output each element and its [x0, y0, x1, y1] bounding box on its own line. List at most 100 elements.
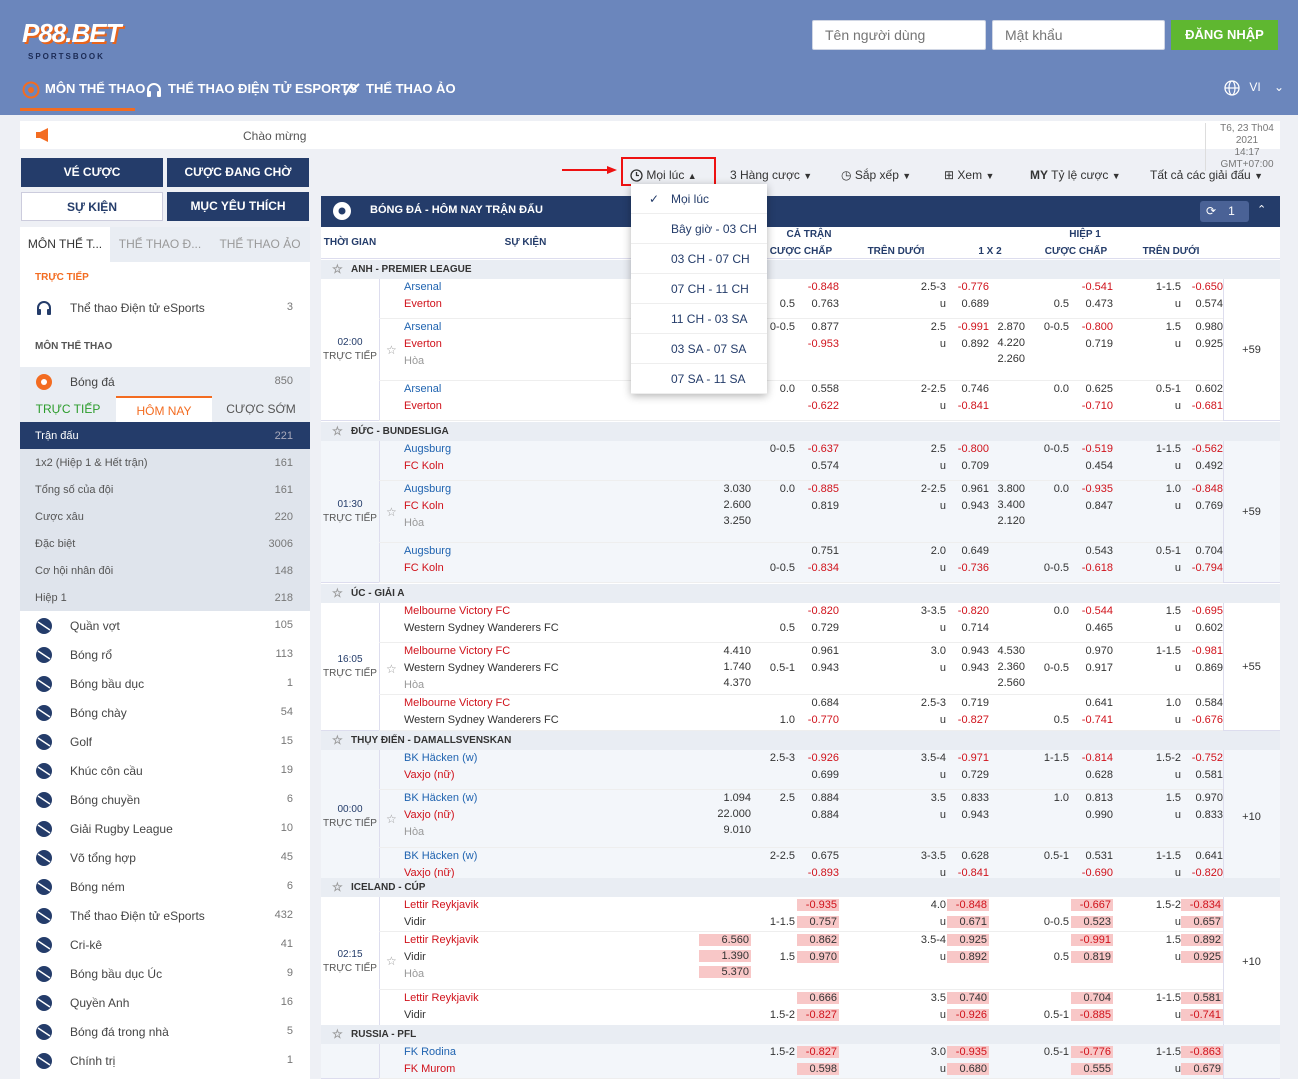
away-team[interactable]: Everton — [404, 400, 442, 412]
league-header[interactable]: ☆ ĐỨC - BUNDESLIGA — [321, 422, 1280, 441]
odds-total[interactable]: -0.736 — [947, 562, 989, 574]
dropdown-option[interactable]: ✓ Mọi lúc — [631, 184, 767, 214]
star-icon[interactable]: ☆ — [386, 812, 397, 826]
star-icon[interactable]: ☆ — [332, 731, 343, 750]
dropdown-option[interactable]: 03 SA - 07 SA — [631, 334, 767, 364]
odds-h1-1x2[interactable]: 4.220 — [979, 337, 1025, 349]
tab-virtual[interactable]: THỂ THAO ẢO — [210, 227, 310, 262]
odds-h1-handicap[interactable]: 0.813 — [1071, 792, 1113, 804]
home-team[interactable]: Arsenal — [404, 321, 441, 333]
odds-1x2[interactable]: 6.560 — [699, 934, 751, 946]
submenu-item[interactable]: Cơ hội nhân đôi 148 — [20, 557, 310, 584]
sidebar-item-sport[interactable]: Chính trị 1 — [20, 1046, 310, 1075]
odds-1x2[interactable]: 5.370 — [699, 966, 751, 978]
sidebar-item-sport[interactable]: Khúc côn cầu 19 — [20, 756, 310, 785]
odds-1x2[interactable]: 1.390 — [699, 950, 751, 962]
away-team[interactable]: Vidir — [404, 916, 426, 928]
home-team[interactable]: BK Häcken (w) — [404, 792, 477, 804]
odds-h1-handicap[interactable]: -0.800 — [1071, 321, 1113, 333]
odds-total[interactable]: -0.776 — [947, 281, 989, 293]
refresh-button[interactable]: ⟳ 1 — [1200, 201, 1249, 222]
subtab-today[interactable]: HÔM NAY — [116, 396, 212, 422]
submenu-item[interactable]: Hiệp 1 218 — [20, 584, 310, 611]
odds-h1-total[interactable]: 0.769 — [1181, 500, 1223, 512]
odds-h1-total[interactable]: -0.695 — [1181, 605, 1223, 617]
sidebar-item-sport[interactable]: Bóng đá trong nhà 5 — [20, 1017, 310, 1046]
odds-h1-total[interactable]: -0.794 — [1181, 562, 1223, 574]
sidebar-item-football[interactable]: Bóng đá 850 — [20, 367, 310, 396]
subtab-live[interactable]: TRỰC TIẾP — [20, 396, 116, 422]
odds-handicap[interactable]: -0.885 — [797, 483, 839, 495]
odds-1x2[interactable]: 2.600 — [699, 499, 751, 511]
odds-handicap[interactable]: 0.675 — [797, 850, 839, 862]
star-icon[interactable]: ☆ — [386, 343, 397, 357]
odds-h1-total[interactable]: -0.562 — [1181, 443, 1223, 455]
odds-h1-handicap[interactable]: 0.990 — [1071, 809, 1113, 821]
home-team[interactable]: BK Häcken (w) — [404, 850, 477, 862]
odds-h1-handicap[interactable]: -0.776 — [1071, 1046, 1113, 1058]
odds-h1-total[interactable]: -0.981 — [1181, 645, 1223, 657]
leagues-filter[interactable]: Tất cả các giải đấu ▼ — [1150, 168, 1263, 182]
odds-h1-handicap[interactable]: 0.704 — [1071, 992, 1113, 1004]
odds-h1-handicap[interactable]: 0.819 — [1071, 951, 1113, 963]
odds-format-filter[interactable]: MY Tỷ lệ cược ▼ — [1030, 168, 1121, 182]
language-selector[interactable]: VI ⌄ — [1224, 80, 1284, 96]
star-icon[interactable]: ☆ — [386, 505, 397, 519]
odds-h1-handicap[interactable]: 0.465 — [1071, 622, 1113, 634]
home-team[interactable]: Lettir Reykjavik — [404, 899, 479, 911]
dropdown-option[interactable]: Bây giờ - 03 CH — [631, 214, 767, 244]
odds-h1-1x2[interactable]: 4.530 — [979, 645, 1025, 657]
logo[interactable]: P88.BET SPORTSBOOK — [20, 18, 121, 70]
star-icon[interactable]: ☆ — [332, 878, 343, 897]
odds-handicap[interactable]: 0.574 — [797, 460, 839, 472]
dropdown-option[interactable]: 07 CH - 11 CH — [631, 274, 767, 304]
odds-h1-total[interactable]: 0.869 — [1181, 662, 1223, 674]
odds-h1-total[interactable]: 0.584 — [1181, 697, 1223, 709]
sidebar-item-sport[interactable]: Bóng bầu dục 1 — [20, 669, 310, 698]
odds-total[interactable]: 0.714 — [947, 622, 989, 634]
sidebar-item-sport[interactable]: Thể thao Điện tử eSports 432 — [20, 901, 310, 930]
odds-handicap[interactable]: -0.953 — [797, 338, 839, 350]
home-team[interactable]: Augsburg — [404, 483, 451, 495]
away-team[interactable]: Vaxjo (nữ) — [404, 809, 455, 821]
odds-h1-handicap[interactable]: -0.541 — [1071, 281, 1113, 293]
odds-handicap[interactable]: 0.598 — [797, 1063, 839, 1075]
odds-total[interactable]: 0.719 — [947, 697, 989, 709]
odds-1x2[interactable]: 1.740 — [699, 661, 751, 673]
odds-h1-total[interactable]: 0.970 — [1181, 792, 1223, 804]
odds-handicap[interactable]: 0.961 — [797, 645, 839, 657]
odds-handicap[interactable]: -0.637 — [797, 443, 839, 455]
odds-total[interactable]: 0.729 — [947, 769, 989, 781]
odds-h1-handicap[interactable]: 0.628 — [1071, 769, 1113, 781]
odds-handicap[interactable]: 0.558 — [797, 383, 839, 395]
star-icon[interactable]: ☆ — [332, 422, 343, 441]
sidebar-item-sport[interactable]: Bóng rổ 113 — [20, 640, 310, 669]
odds-total[interactable]: 0.680 — [947, 1063, 989, 1075]
odds-h1-total[interactable]: -0.676 — [1181, 714, 1223, 726]
home-team[interactable]: BK Häcken (w) — [404, 752, 477, 764]
odds-h1-handicap[interactable]: 0.523 — [1071, 916, 1113, 928]
odds-h1-handicap[interactable]: -0.814 — [1071, 752, 1113, 764]
odds-total[interactable]: -0.820 — [947, 605, 989, 617]
away-team[interactable]: FK Murom — [404, 1063, 455, 1075]
favorites-button[interactable]: MỤC YÊU THÍCH — [167, 192, 309, 221]
odds-h1-total[interactable]: -0.848 — [1181, 483, 1223, 495]
odds-handicap[interactable]: 0.819 — [797, 500, 839, 512]
nav-virtual[interactable]: THỂ THAO ẢO — [343, 70, 456, 110]
odds-total[interactable]: -0.848 — [947, 899, 989, 911]
odds-h1-handicap[interactable]: 0.543 — [1071, 545, 1113, 557]
home-team[interactable]: Melbourne Victory FC — [404, 697, 510, 709]
odds-h1-handicap[interactable]: 0.641 — [1071, 697, 1113, 709]
odds-h1-handicap[interactable]: -0.618 — [1071, 562, 1113, 574]
submenu-item[interactable]: 1x2 (Hiệp 1 & Hết trận) 161 — [20, 449, 310, 476]
tab-esports[interactable]: THỂ THAO Đ... — [110, 227, 210, 262]
odds-handicap[interactable]: -0.926 — [797, 752, 839, 764]
league-header[interactable]: ☆ RUSSIA - PFL — [321, 1025, 1280, 1044]
odds-h1-handicap[interactable]: 0.970 — [1071, 645, 1113, 657]
odds-handicap[interactable]: 0.943 — [797, 662, 839, 674]
home-team[interactable]: Melbourne Victory FC — [404, 605, 510, 617]
odds-h1-total[interactable]: 0.581 — [1181, 769, 1223, 781]
odds-h1-total[interactable]: -0.650 — [1181, 281, 1223, 293]
odds-h1-total[interactable]: -0.681 — [1181, 400, 1223, 412]
odds-handicap[interactable]: -0.848 — [797, 281, 839, 293]
